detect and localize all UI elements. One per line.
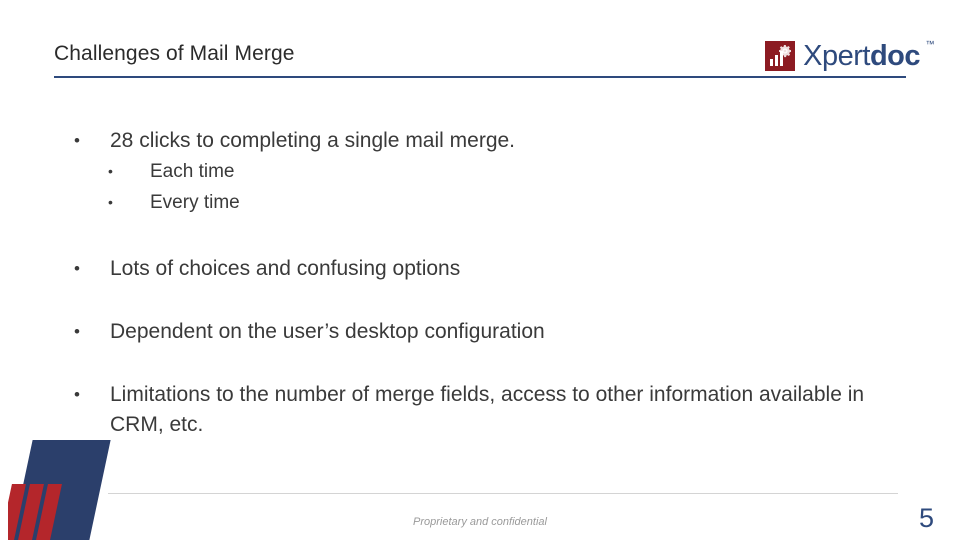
page-number: 5 <box>918 503 934 533</box>
bullet-marker: • <box>74 259 80 278</box>
bullet-marker: • <box>74 131 80 150</box>
bullet-text: Dependent on the user’s desktop configur… <box>110 320 545 343</box>
footer-divider <box>108 493 898 494</box>
brand-word-doc: doc <box>869 39 921 72</box>
brand-wordmark: Xpertdoc ™ <box>803 39 934 72</box>
bullet-text: 28 clicks to completing a single mail me… <box>110 129 516 152</box>
footer-note: Proprietary and confidential <box>413 516 547 528</box>
bullet-text: Each time <box>150 161 235 182</box>
page-title: Challenges of Mail Merge <box>54 42 295 65</box>
slide: Challenges of Mail Merge Xpertdoc ™ • 28 … <box>0 0 960 540</box>
bullet-text: Every time <box>150 192 240 213</box>
bullet-marker: • <box>108 194 113 210</box>
brand-logo: Xpertdoc ™ <box>765 36 934 76</box>
bullet-item: • Every time <box>60 187 880 218</box>
bullet-item: • Each time <box>60 156 880 187</box>
bullet-marker: • <box>74 385 80 404</box>
bullet-marker: • <box>108 163 113 179</box>
title-divider <box>54 76 906 78</box>
bullet-text: Limitations to the number of merge field… <box>110 383 865 436</box>
bullet-item: • 28 clicks to completing a single mail … <box>60 126 880 156</box>
bullet-item: • Limitations to the number of merge fie… <box>60 380 880 440</box>
bullet-text: Lots of choices and confusing options <box>110 257 461 280</box>
bullet-item: • Dependent on the user’s desktop config… <box>60 317 880 347</box>
bullet-marker: • <box>74 322 80 341</box>
brand-word-xpert: Xpert <box>803 39 870 72</box>
xpertdoc-logo-mark <box>765 41 796 71</box>
bullet-item: • Lots of choices and confusing options <box>60 254 880 284</box>
trademark-symbol: ™ <box>925 38 935 49</box>
slide-body: • 28 clicks to completing a single mail … <box>60 126 880 440</box>
bar-chart-icon <box>770 51 784 66</box>
